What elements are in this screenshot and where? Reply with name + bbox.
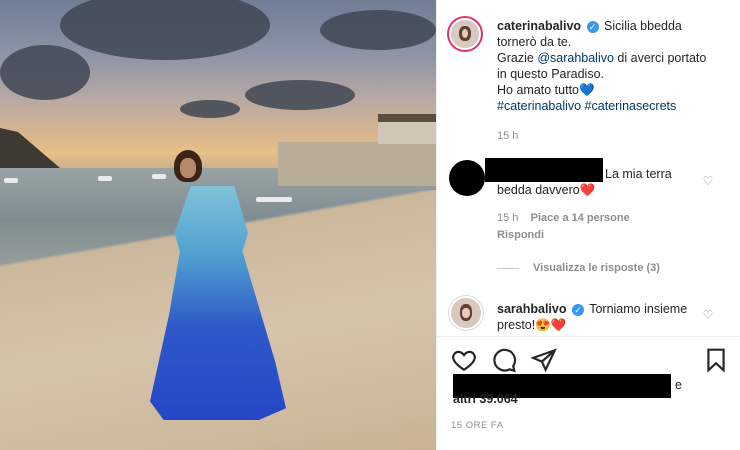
comment-text: La mia terra bedda davvero❤️ [497, 167, 672, 197]
view-replies-button[interactable]: Visualizza le risposte (3) [533, 262, 660, 274]
caption-line: tornerò da te. [497, 35, 572, 49]
emoji-reaction: 😍❤️ [535, 318, 567, 332]
caption-line: in questo Paradiso. [497, 67, 605, 81]
hashtag-links[interactable]: #caterinabalivo #caterinasecrets [497, 98, 733, 114]
likes-count[interactable]: altri 39.064 [453, 392, 518, 406]
commenter-username[interactable]: sarahbalivo [497, 302, 566, 316]
reply-button[interactable]: Rispondi [497, 229, 544, 241]
comment-like-heart-icon[interactable]: ♡ [701, 174, 715, 188]
post-timestamp: 15 ORE FA [451, 420, 504, 431]
author-avatar[interactable] [449, 18, 481, 50]
likes-text: e [675, 378, 682, 392]
comment-like-heart-icon[interactable]: ♡ [701, 308, 715, 322]
heart-icon[interactable] [451, 347, 477, 373]
post-side-panel: caterinabalivo ✓ Sicilia bbedda tornerò … [436, 0, 740, 450]
caption-text: Ho amato tutto [497, 83, 579, 97]
author-username[interactable]: caterinabalivo [497, 19, 581, 33]
mention-link[interactable]: @sarahbalivo [537, 51, 614, 65]
share-icon[interactable] [531, 347, 557, 373]
blue-heart-emoji: 💙 [579, 83, 595, 97]
heart-emoji: ❤️ [579, 183, 596, 197]
caption-text: Grazie [497, 51, 534, 65]
comment-meta: 15 h Piace a 14 persone [497, 212, 630, 224]
caption-text: di averci portato [617, 51, 707, 65]
verified-icon: ✓ [586, 20, 599, 33]
caption-line: Sicilia bbedda [604, 19, 682, 33]
verified-icon: ✓ [571, 303, 584, 316]
replies-divider [497, 268, 519, 269]
sarahbalivo-avatar[interactable] [449, 296, 483, 330]
comment-likes-link[interactable]: Piace a 14 persone [531, 212, 630, 224]
woman-in-blue-dress [150, 150, 286, 420]
comment-icon[interactable] [491, 347, 517, 373]
caption-time: 15 h [497, 130, 519, 142]
post-caption: caterinabalivo ✓ Sicilia bbedda tornerò … [497, 18, 733, 114]
post-photo[interactable] [0, 0, 436, 450]
comment-text: sarahbalivo ✓ Torniamo insieme presto!😍❤… [497, 302, 688, 332]
bookmark-icon[interactable] [703, 347, 729, 373]
commenter-avatar-redacted[interactable] [449, 160, 485, 196]
